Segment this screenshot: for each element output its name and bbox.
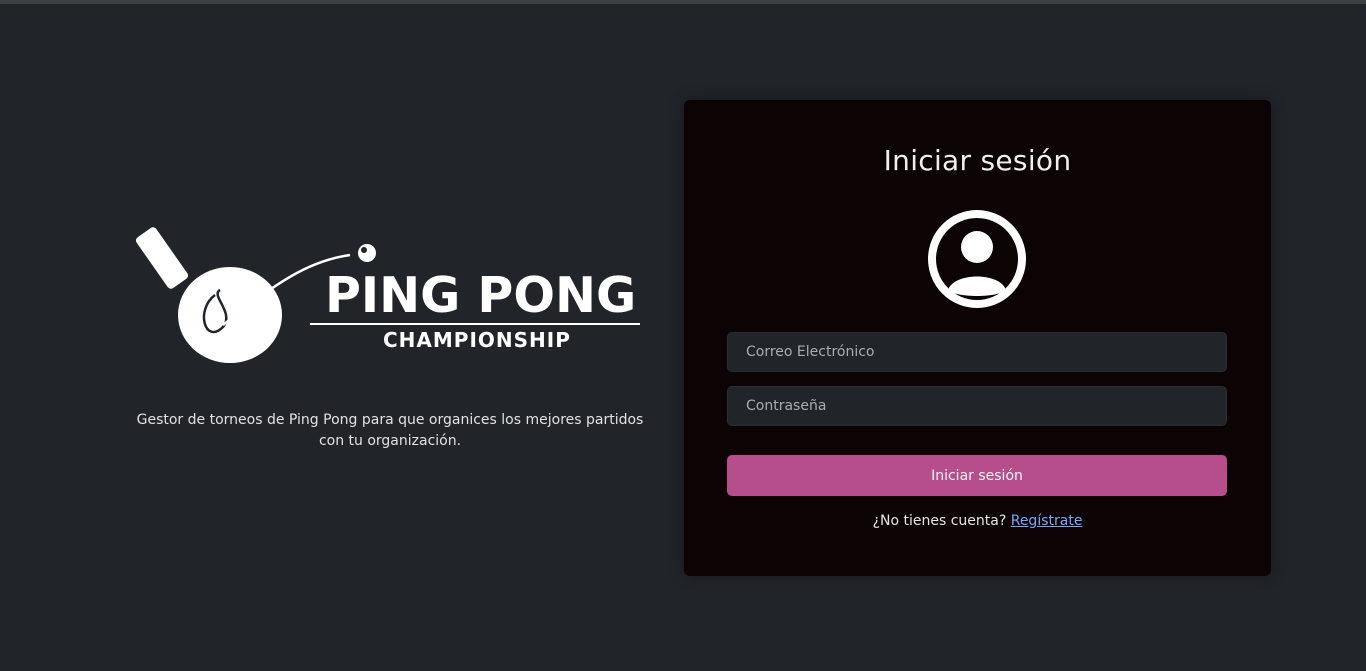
login-button[interactable]: Iniciar sesión bbox=[727, 455, 1227, 496]
email-field[interactable] bbox=[727, 332, 1227, 372]
ball-icon bbox=[358, 244, 376, 262]
register-prompt: ¿No tienes cuenta? Regístrate bbox=[684, 513, 1271, 529]
ping-pong-logo: PING PONG CHAMPIONSHIP bbox=[135, 227, 640, 363]
hero-section: PING PONG CHAMPIONSHIP Gestor de torneos… bbox=[135, 215, 645, 449]
user-circle-icon bbox=[928, 210, 1026, 308]
register-link[interactable]: Regístrate bbox=[1011, 513, 1083, 529]
brand-title: PING PONG bbox=[325, 267, 636, 324]
password-field[interactable] bbox=[727, 386, 1227, 426]
login-card: Iniciar sesión Iniciar sesión ¿No tienes… bbox=[684, 100, 1271, 576]
brand-subtitle: CHAMPIONSHIP bbox=[383, 328, 571, 352]
browser-top-edge bbox=[0, 0, 1366, 4]
login-title: Iniciar sesión bbox=[883, 144, 1072, 177]
tagline: Gestor de torneos de Ping Pong para que … bbox=[136, 412, 644, 449]
paddle-icon bbox=[135, 227, 351, 363]
register-prompt-text: ¿No tienes cuenta? bbox=[872, 513, 1007, 529]
